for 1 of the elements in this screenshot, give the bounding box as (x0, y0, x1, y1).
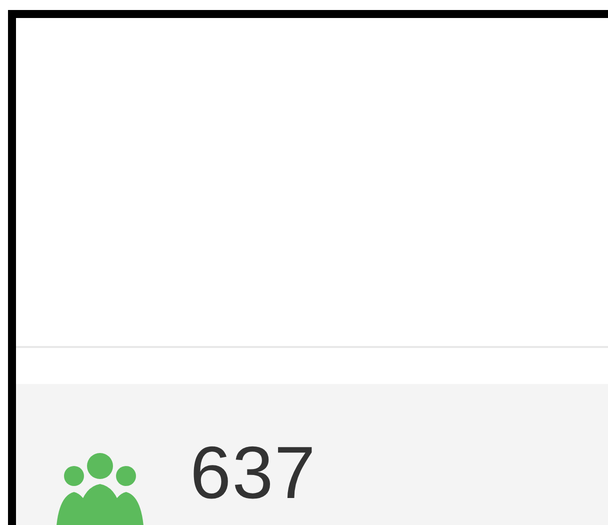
member-count: 637 (190, 436, 316, 510)
